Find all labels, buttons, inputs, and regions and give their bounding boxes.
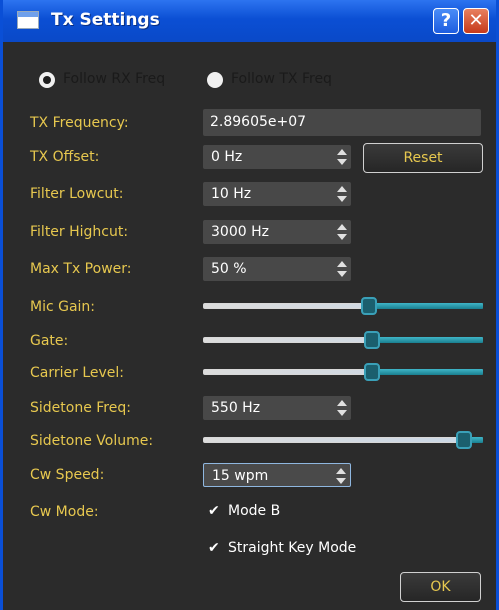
tx-offset-label: TX Offset: xyxy=(30,149,100,165)
slider-thumb[interactable] xyxy=(456,431,472,449)
max-tx-power-value: 50 % xyxy=(211,261,247,277)
window-title: Tx Settings xyxy=(51,10,160,30)
tx-frequency-field[interactable]: 2.89605e+07 xyxy=(203,109,481,136)
slider-fill xyxy=(369,303,483,309)
tx-offset-value: 0 Hz xyxy=(211,149,243,165)
mode-b-label: Mode B xyxy=(228,503,281,519)
sidetone-volume-label: Sidetone Volume: xyxy=(30,433,154,449)
settings-panel: Follow RX Freq Follow TX Freq TX Frequen… xyxy=(3,42,496,610)
follow-rx-label[interactable]: Follow RX Freq xyxy=(63,71,165,87)
tx-frequency-label: TX Frequency: xyxy=(30,115,129,131)
sidetone-freq-value: 550 Hz xyxy=(211,400,261,416)
slider-thumb[interactable] xyxy=(364,331,380,349)
spin-arrows-icon[interactable] xyxy=(337,400,347,416)
close-button[interactable]: ✕ xyxy=(463,8,489,34)
slider-track[interactable] xyxy=(203,437,483,443)
window-icon xyxy=(17,11,39,29)
cw-speed-label: Cw Speed: xyxy=(30,467,105,483)
follow-rx-radio[interactable] xyxy=(39,72,55,88)
filter-lowcut-value: 10 Hz xyxy=(211,186,252,202)
sidetone-volume-slider[interactable] xyxy=(203,431,483,449)
gate-label: Gate: xyxy=(30,333,69,349)
follow-tx-radio[interactable] xyxy=(207,72,223,88)
straight-key-checkbox[interactable]: ✔ Straight Key Mode xyxy=(208,540,356,556)
slider-thumb[interactable] xyxy=(364,363,380,381)
slider-thumb[interactable] xyxy=(361,297,377,315)
carrier-level-slider[interactable] xyxy=(203,363,483,381)
mic-gain-slider[interactable] xyxy=(203,297,483,315)
help-button[interactable]: ? xyxy=(433,8,459,34)
straight-key-label: Straight Key Mode xyxy=(228,540,357,556)
filter-highcut-value: 3000 Hz xyxy=(211,224,269,240)
tx-offset-spinbox[interactable]: 0 Hz xyxy=(203,145,351,169)
spin-arrows-icon[interactable] xyxy=(337,186,347,202)
cw-mode-label: Cw Mode: xyxy=(30,504,99,520)
spin-arrows-icon[interactable] xyxy=(337,224,347,240)
sidetone-freq-spinbox[interactable]: 550 Hz xyxy=(203,396,351,420)
checkmark-icon: ✔ xyxy=(208,540,220,556)
filter-lowcut-spinbox[interactable]: 10 Hz xyxy=(203,182,351,206)
slider-fill xyxy=(372,369,483,375)
slider-fill xyxy=(372,337,483,343)
reset-button[interactable]: Reset xyxy=(363,143,483,173)
carrier-level-label: Carrier Level: xyxy=(30,365,125,381)
gate-slider[interactable] xyxy=(203,331,483,349)
cw-speed-spinbox[interactable]: 15 wpm xyxy=(203,463,351,487)
mic-gain-label: Mic Gain: xyxy=(30,299,96,315)
tx-settings-window: Tx Settings ? ✕ Follow RX Freq Follow TX… xyxy=(0,0,499,610)
spin-arrows-icon[interactable] xyxy=(337,261,347,277)
filter-highcut-spinbox[interactable]: 3000 Hz xyxy=(203,220,351,244)
sidetone-freq-label: Sidetone Freq: xyxy=(30,400,131,416)
filter-highcut-label: Filter Highcut: xyxy=(30,224,129,240)
checkmark-icon: ✔ xyxy=(208,503,220,519)
spin-arrows-icon[interactable] xyxy=(336,468,346,484)
filter-lowcut-label: Filter Lowcut: xyxy=(30,186,124,202)
spin-arrows-icon[interactable] xyxy=(337,149,347,165)
title-bar[interactable]: Tx Settings ? ✕ xyxy=(3,0,496,42)
max-tx-power-spinbox[interactable]: 50 % xyxy=(203,257,351,281)
mode-b-checkbox[interactable]: ✔ Mode B xyxy=(208,503,280,519)
cw-speed-value: 15 wpm xyxy=(212,468,269,484)
follow-tx-label[interactable]: Follow TX Freq xyxy=(231,71,332,87)
ok-button[interactable]: OK xyxy=(400,572,481,602)
max-tx-power-label: Max Tx Power: xyxy=(30,261,132,277)
